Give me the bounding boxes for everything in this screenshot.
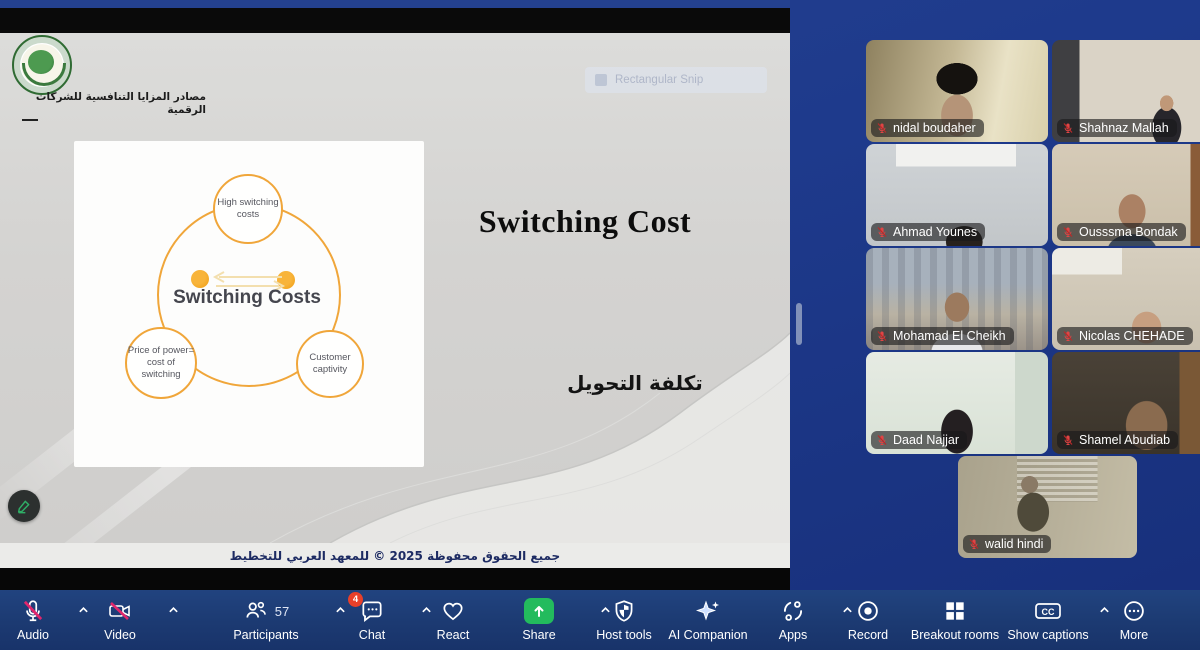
participant-tile[interactable]: Shamel Abudiab: [1052, 352, 1200, 454]
react-label: React: [436, 628, 470, 642]
video-off-icon: [109, 602, 130, 620]
participant-tile[interactable]: Ousssma Bondak: [1052, 144, 1200, 246]
ai-companion-label: AI Companion: [668, 628, 748, 642]
slide-title: Switching Cost: [478, 203, 692, 239]
annotate-button[interactable]: [8, 490, 40, 522]
participant-name: Daad Najjar: [893, 433, 960, 447]
meeting-toolbar: Audio Video 57 Participants 4 Chat React…: [0, 590, 1200, 650]
more-label: More: [1119, 628, 1149, 642]
participants-count: 57: [274, 603, 290, 619]
presentation-slide: مصادر المزايا التنافسية للشركات الرقمية …: [0, 33, 790, 543]
record-icon: [858, 601, 878, 621]
muted-mic-icon: [969, 539, 979, 549]
show-captions-button[interactable]: CC Show captions: [1000, 596, 1109, 642]
breakout-rooms-icon: [946, 602, 964, 620]
participant-name: Ousssma Bondak: [1079, 225, 1178, 239]
muted-mic-icon: [877, 435, 887, 445]
captions-icon: CC: [1035, 603, 1061, 619]
diagram-node-price-of-power: Price of power= cost of switching: [125, 327, 197, 399]
participant-name: Nicolas CHEHADE: [1079, 329, 1185, 343]
chat-icon: [362, 601, 382, 622]
muted-mic-icon: [877, 227, 887, 237]
participant-tile[interactable]: Shahnaz Mallah: [1052, 40, 1200, 142]
logo-globe: [28, 50, 54, 74]
snip-icon: [595, 74, 607, 86]
share-label: Share: [522, 628, 556, 642]
rectangular-snip-ghost: Rectangular Snip: [585, 67, 767, 93]
shield-icon: [615, 600, 633, 622]
participant-name: Shahnaz Mallah: [1079, 121, 1169, 135]
participant-name: nidal boudaher: [893, 121, 976, 135]
participant-tile[interactable]: walid hindi: [958, 456, 1137, 558]
window-frame-strip: [0, 0, 790, 8]
chat-label: Chat: [358, 628, 386, 642]
record-button[interactable]: Record: [820, 596, 916, 642]
audio-label: Audio: [17, 628, 49, 642]
participant-name: Ahmad Younes: [893, 225, 978, 239]
audio-button[interactable]: Audio: [0, 596, 88, 642]
participant-tile[interactable]: Nicolas CHEHADE: [1052, 248, 1200, 350]
participants-icon: [246, 601, 266, 618]
apps-label: Apps: [778, 628, 808, 642]
host-tools-label: Host tools: [596, 628, 652, 642]
arab-planning-institute-logo: [12, 35, 72, 95]
participants-button[interactable]: 57 Participants: [218, 596, 345, 642]
diagram-center-label: Switching Costs: [173, 287, 321, 308]
host-tools-button[interactable]: Host tools: [576, 596, 672, 642]
slide-copyright-bar: جميع الحقوق محفوظة 2025 © للمعهد العربي …: [0, 543, 790, 568]
video-gallery: nidal boudaher Shahnaz Mallah Ahmad Youn…: [790, 0, 1200, 590]
record-label: Record: [847, 628, 889, 642]
participant-tile[interactable]: Mohamad El Cheikh: [866, 248, 1048, 350]
more-icon: [1124, 601, 1144, 621]
heart-icon: [443, 602, 463, 621]
share-letterbox: [0, 568, 790, 590]
video-button[interactable]: Video: [72, 596, 178, 642]
shared-screen: مصادر المزايا التنافسية للشركات الرقمية …: [0, 0, 790, 590]
copyright-text: جميع الحقوق محفوظة 2025 © للمعهد العربي …: [229, 548, 561, 563]
video-options-chevron[interactable]: [168, 606, 179, 614]
muted-mic-icon: [1063, 331, 1073, 341]
participant-tile[interactable]: Daad Najjar: [866, 352, 1048, 454]
muted-mic-icon: [877, 331, 887, 341]
pencil-icon: [17, 500, 30, 514]
muted-mic-icon: [1063, 435, 1073, 445]
slide-title-arabic: تكلفة التحويل: [567, 371, 703, 395]
share-screen-icon: [524, 598, 554, 624]
ai-companion-button[interactable]: AI Companion: [660, 596, 756, 642]
diagram-node-high-switching-costs: High switching costs: [213, 174, 283, 244]
participants-label: Participants: [233, 628, 299, 642]
gallery-resize-handle[interactable]: [796, 303, 802, 345]
participant-tile[interactable]: Ahmad Younes: [866, 144, 1048, 246]
diagram-node-customer-captivity: Customer captivity: [296, 330, 364, 398]
breakout-rooms-label: Breakout rooms: [910, 628, 1000, 642]
participant-name: Mohamad El Cheikh: [893, 329, 1006, 343]
snip-label: Rectangular Snip: [615, 74, 704, 86]
apps-icon: [783, 601, 803, 621]
video-label: Video: [104, 628, 136, 642]
breakout-rooms-button[interactable]: Breakout rooms: [907, 596, 1003, 642]
slide-header-arabic: مصادر المزايا التنافسية للشركات الرقمية: [35, 91, 206, 117]
participant-tile[interactable]: nidal boudaher: [866, 40, 1048, 142]
participant-name: Shamel Abudiab: [1079, 433, 1171, 447]
muted-mic-icon: [1063, 227, 1073, 237]
react-button[interactable]: React: [405, 596, 501, 642]
muted-mic-icon: [1063, 123, 1073, 133]
switching-costs-diagram: High switching costs Price of power= cos…: [74, 141, 424, 467]
share-button[interactable]: Share: [491, 596, 610, 642]
mic-muted-icon: [23, 600, 43, 622]
svg-text:CC: CC: [1042, 607, 1055, 617]
show-captions-label: Show captions: [1007, 628, 1089, 642]
more-button[interactable]: More: [1086, 596, 1182, 642]
header-underline: [22, 119, 38, 121]
participant-name: walid hindi: [985, 537, 1044, 551]
chat-badge: 4: [348, 592, 363, 607]
muted-mic-icon: [877, 123, 887, 133]
ai-companion-icon: [695, 600, 719, 621]
